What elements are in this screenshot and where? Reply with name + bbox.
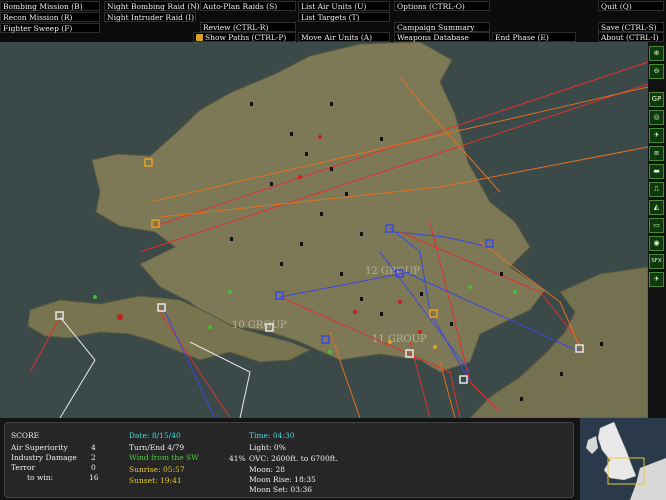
aircraft-icon[interactable]: ✈	[649, 128, 664, 143]
date-text: Date: 8/15/40	[129, 431, 181, 440]
night-intruder-raid-button[interactable]: Night Intruder Raid (I)	[104, 12, 196, 22]
quit-button[interactable]: Quit (Q)	[598, 1, 664, 11]
campaign-summary-button[interactable]: Campaign Summary	[394, 22, 490, 32]
map-canvas[interactable]: 12 GROUP 10 GROUP 11 GROUP	[0, 42, 648, 418]
map-label-11-group: 11 GROUP	[372, 334, 427, 345]
review-button[interactable]: Review (CTRL-R)	[200, 22, 296, 32]
status-area: SCORE Air Superiority 4 Industry Damage …	[0, 418, 666, 500]
cloud-text: OVC: 2600ft. to 6700ft.	[249, 454, 338, 463]
light-text: Light: 0%	[249, 443, 286, 452]
wind-text: Wind from the SW	[129, 453, 199, 462]
save-button[interactable]: Save (CTRL-S)	[598, 22, 664, 32]
score-label-to-win: to win:	[27, 473, 54, 482]
mini-map-canvas[interactable]	[580, 418, 666, 500]
gp-button[interactable]: GP	[649, 92, 664, 107]
about-button[interactable]: About (CTRL-I)	[598, 32, 664, 42]
score-value-terror: 0	[91, 463, 96, 472]
layers-icon[interactable]: ≡	[649, 146, 664, 161]
list-air-units-button[interactable]: List Air Units (U)	[298, 1, 390, 11]
radar-icon[interactable]: ◭	[649, 200, 664, 215]
zoom-in-icon[interactable]: ⊕	[649, 46, 664, 61]
map-toolbar: ⊕ ⊖ GP ◎ ✈ ≡ ▬ ⎍ ◭ ▭ ◉ SFX ✈	[648, 42, 666, 418]
zoom-out-icon[interactable]: ⊖	[649, 64, 664, 79]
bombing-mission-button[interactable]: Bombing Mission (B)	[0, 1, 100, 11]
turn-text: Turn/End 4/79	[129, 443, 185, 452]
sunrise-text: Sunrise: 05:57	[129, 465, 185, 474]
flak-icon[interactable]: ◉	[649, 236, 664, 251]
score-value-industry-damage: 2	[91, 453, 96, 462]
score-label-air-superiority: Air Superiority	[11, 443, 68, 452]
time-text: Time: 04:30	[249, 431, 295, 440]
score-title: SCORE	[11, 431, 40, 440]
night-bombing-raid-button[interactable]: Night Bombing Raid (N)	[104, 1, 200, 11]
show-paths-label: Show Paths (CTRL-P)	[205, 33, 287, 42]
move-air-units-button[interactable]: Move Air Units (A)	[298, 32, 390, 42]
cloud-percent-text: 41%	[229, 454, 246, 463]
moonrise-text: Moon Rise: 18:35	[249, 475, 316, 484]
sunset-text: Sunset: 19:41	[129, 476, 182, 485]
fighter-sweep-button[interactable]: Fighter Sweep (F)	[0, 23, 100, 33]
score-label-industry-damage: Industry Damage	[11, 453, 77, 462]
show-paths-icon	[196, 34, 203, 41]
factory-icon[interactable]: ⎍	[649, 182, 664, 197]
score-panel: SCORE Air Superiority 4 Industry Damage …	[4, 422, 574, 498]
moonset-text: Moon Set: 03:36	[249, 485, 313, 494]
options-button[interactable]: Options (CTRL-O)	[394, 1, 490, 11]
sfx-button[interactable]: SFX	[649, 254, 664, 269]
score-value-to-win: 16	[89, 473, 99, 482]
mini-map[interactable]	[580, 418, 666, 500]
map-label-10-group: 10 GROUP	[232, 320, 287, 331]
score-label-terror: Terror	[11, 463, 36, 472]
depot-icon[interactable]: ▭	[649, 218, 664, 233]
score-value-air-superiority: 4	[91, 443, 96, 452]
auto-plan-raids-button[interactable]: Auto-Plan Raids (S)	[200, 1, 296, 11]
moon-text: Moon: 28	[249, 465, 285, 474]
list-targets-button[interactable]: List Targets (T)	[298, 12, 390, 22]
target-icon[interactable]: ◎	[649, 110, 664, 125]
end-phase-button[interactable]: End Phase (E)	[492, 32, 576, 42]
menu-bar: Bombing Mission (B) Recon Mission (R) Fi…	[0, 0, 666, 42]
plane-icon[interactable]: ✈	[649, 272, 664, 287]
weapons-database-button[interactable]: Weapons Database	[394, 32, 490, 42]
show-paths-button[interactable]: Show Paths (CTRL-P)	[193, 32, 296, 42]
campaign-map[interactable]: 12 GROUP 10 GROUP 11 GROUP	[0, 42, 648, 418]
runway-icon[interactable]: ▬	[649, 164, 664, 179]
recon-mission-button[interactable]: Recon Mission (R)	[0, 12, 100, 22]
